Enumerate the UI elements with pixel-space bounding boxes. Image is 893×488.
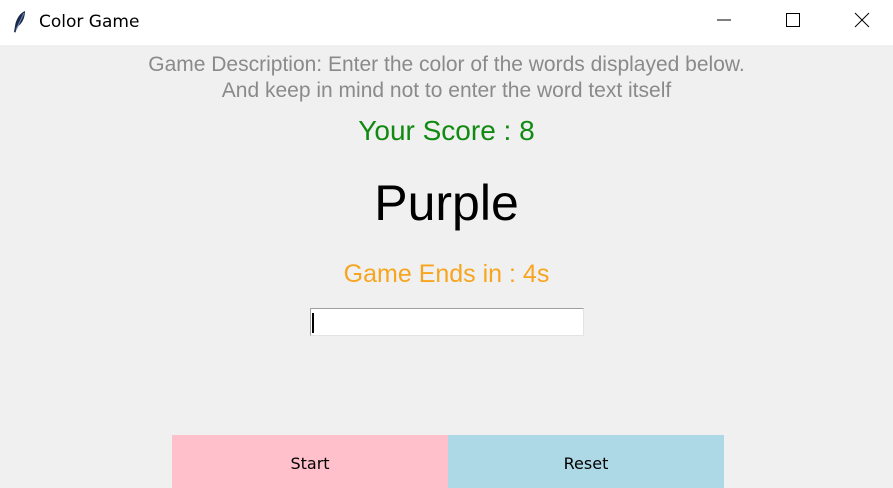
- score-label: Your Score : 8: [358, 115, 535, 146]
- reset-button[interactable]: Reset: [448, 435, 724, 488]
- text-caret: [312, 313, 314, 333]
- close-icon: [854, 12, 870, 33]
- close-button[interactable]: [839, 0, 885, 45]
- description-line-2: And keep in mind not to enter the word t…: [221, 79, 672, 102]
- window-title: Color Game: [39, 12, 140, 32]
- color-input[interactable]: [310, 308, 584, 336]
- start-button[interactable]: Start: [172, 435, 448, 488]
- maximize-icon: [785, 12, 801, 33]
- title-bar: Color Game: [0, 0, 893, 45]
- minimize-icon: [716, 12, 732, 33]
- maximize-button[interactable]: [770, 0, 816, 45]
- description-line-1: Game Description: Enter the color of the…: [148, 53, 745, 76]
- minimize-button[interactable]: [701, 0, 747, 45]
- color-word: Purple: [374, 175, 519, 231]
- app-window: Color Game Game Description: Enter the c…: [0, 0, 893, 488]
- feather-icon: [12, 10, 28, 34]
- game-description: Game Description: Enter the color of the…: [0, 52, 893, 104]
- timer-label: Game Ends in : 4s: [343, 260, 550, 288]
